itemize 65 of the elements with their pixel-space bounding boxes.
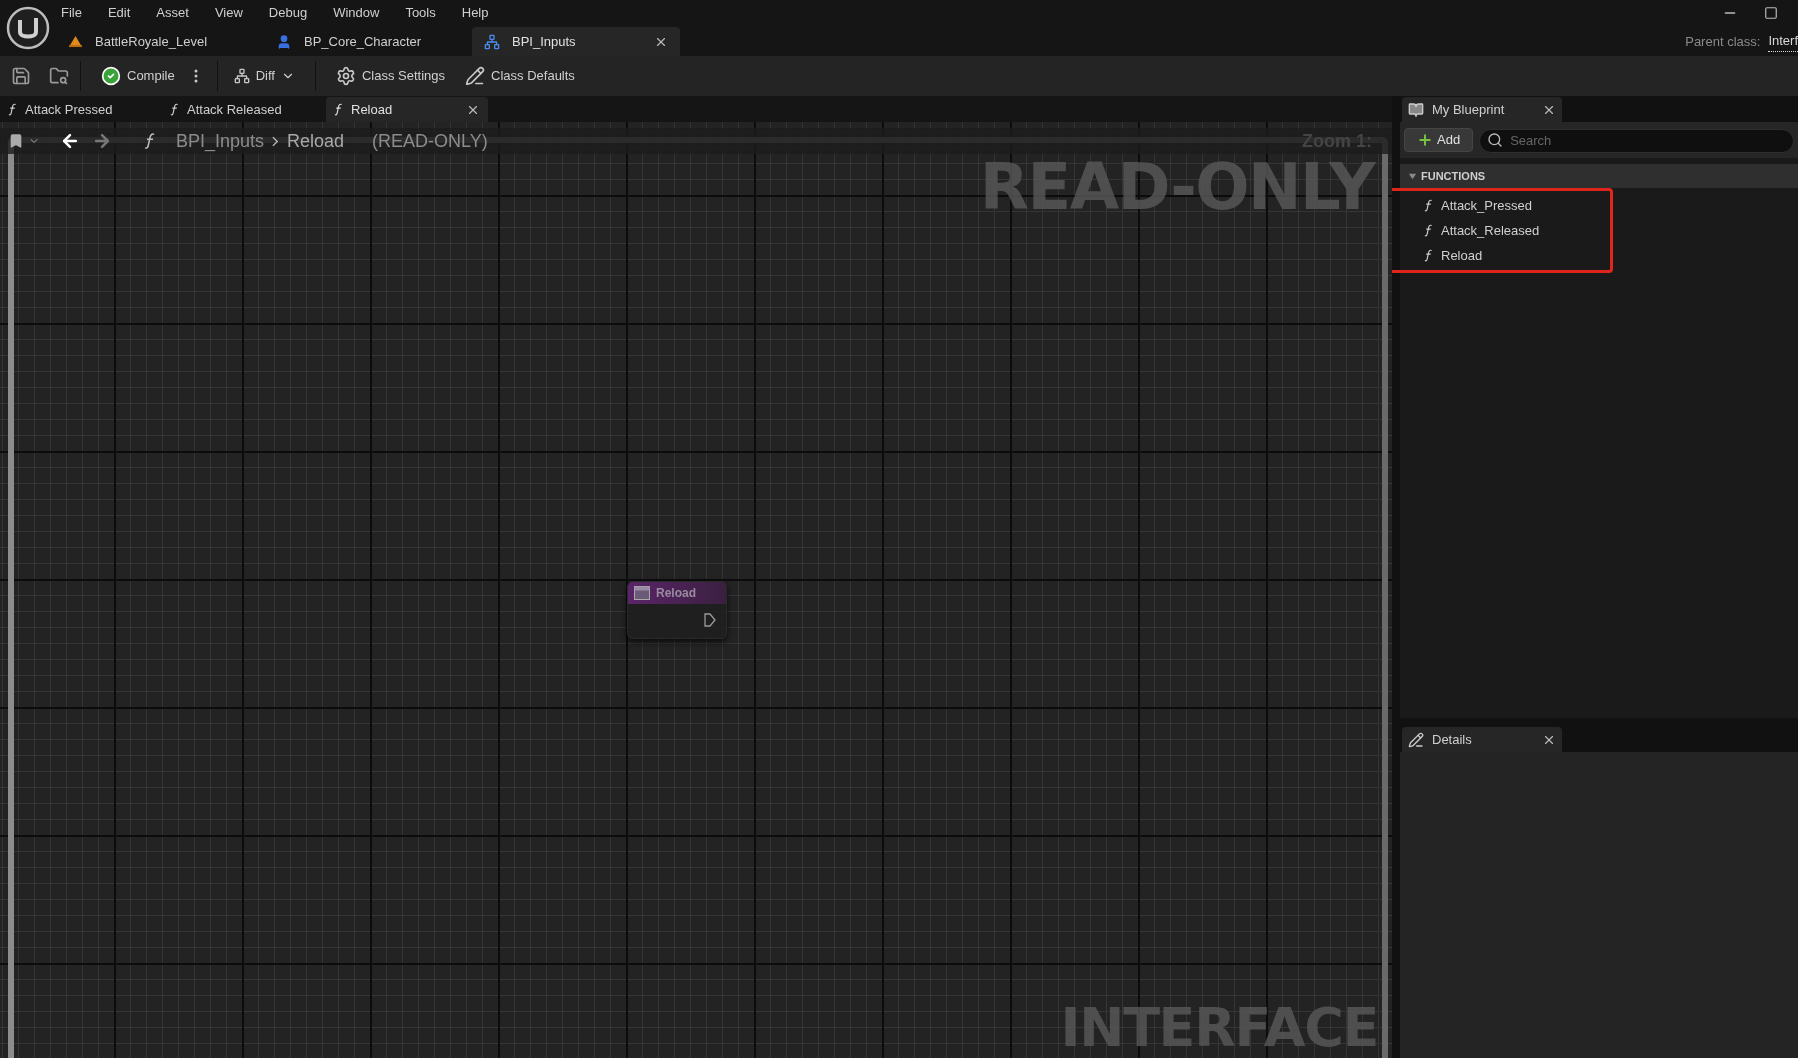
pencil-icon (1408, 731, 1424, 748)
more-icon (193, 69, 198, 83)
menu-item[interactable]: Window (333, 2, 380, 23)
back-icon[interactable] (60, 131, 80, 151)
event-icon (634, 586, 650, 600)
read-only-watermark: READ-ONLY (979, 158, 1374, 216)
function-icon (170, 103, 179, 116)
graph-tab[interactable]: Reload (326, 97, 488, 122)
chevron-icon (272, 135, 280, 147)
exec-pin-icon[interactable] (704, 613, 716, 627)
save-icon (11, 66, 31, 86)
document-tab[interactable]: BattleRoyale_Level (56, 27, 264, 56)
panel-tab[interactable]: My Blueprint (1402, 97, 1562, 122)
check-icon (101, 66, 121, 86)
nodes-icon (484, 33, 500, 50)
panel-tab[interactable]: Details (1402, 727, 1562, 752)
menu-item[interactable]: Tools (405, 2, 436, 23)
parent-class-label: Parent class: (1685, 32, 1761, 51)
forward-icon[interactable] (92, 131, 112, 151)
search-field[interactable]: Search (1479, 128, 1794, 153)
function-item[interactable]: Attack_Pressed (1389, 193, 1610, 218)
search-icon (1487, 132, 1504, 148)
menu-item[interactable]: Asset (156, 2, 189, 23)
graph-node[interactable]: Reload (627, 581, 727, 639)
function-icon (1424, 224, 1433, 237)
menu-item[interactable]: Edit (107, 2, 131, 23)
plus-icon (1417, 132, 1433, 148)
compile-button[interactable]: Compile (93, 61, 183, 91)
parent-class-link[interactable]: Interf (1768, 31, 1798, 52)
class-defaults-button[interactable]: Class Defaults (457, 61, 583, 91)
node-title: Reload (656, 585, 696, 602)
add-button[interactable]: Add (1404, 128, 1474, 152)
read-only-label: (READ-ONLY) (372, 129, 488, 153)
book-icon (1408, 101, 1424, 118)
function-icon (1424, 199, 1433, 212)
menu-item[interactable]: File (61, 2, 82, 23)
menu-item[interactable]: Debug (268, 2, 308, 23)
graph-tab[interactable]: Attack Released (162, 97, 324, 122)
graph-tab[interactable]: Attack Pressed (0, 97, 162, 122)
pencil-icon (465, 66, 486, 86)
function-icon (334, 103, 343, 116)
expand-arrow-icon[interactable] (1408, 171, 1417, 181)
bookmark-icon[interactable] (8, 133, 24, 149)
function-item[interactable]: Attack_Released (1389, 218, 1610, 243)
person-icon (276, 33, 292, 50)
nodes-icon (233, 68, 250, 84)
breadcrumb-item[interactable]: BPI_Inputs (176, 127, 265, 155)
document-tab[interactable]: BP_Core_Character (264, 27, 472, 56)
document-tab[interactable]: BPI_Inputs (472, 27, 680, 56)
function-icon (144, 132, 156, 150)
section-header[interactable]: FUNCTIONS (1400, 164, 1798, 188)
breadcrumb-item[interactable]: Reload (287, 127, 345, 155)
settings-icon (335, 66, 356, 86)
class-settings-button[interactable]: Class Settings (327, 61, 454, 91)
menu-item[interactable]: View (214, 2, 243, 23)
triangle-icon (68, 35, 83, 48)
function-item[interactable]: Reload (1389, 243, 1610, 268)
diff-button[interactable]: Diff (225, 61, 303, 91)
function-icon (1424, 249, 1433, 262)
interface-watermark: INTERFACE (1060, 998, 1378, 1058)
app-logo[interactable] (6, 6, 50, 50)
function-icon (8, 103, 17, 116)
maximize-icon[interactable] (1764, 5, 1778, 20)
menu-item[interactable]: Help (461, 2, 489, 23)
folder-search-icon (49, 66, 69, 86)
